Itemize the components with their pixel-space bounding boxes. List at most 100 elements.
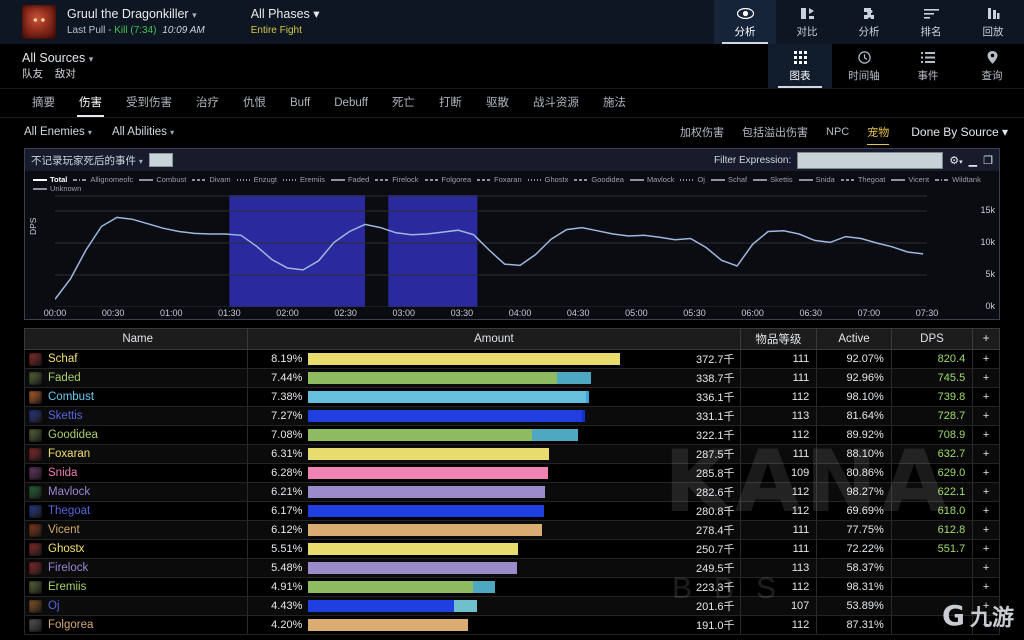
viewnav-item-chart[interactable]: 图表 (768, 44, 832, 88)
table-row[interactable]: Faded 7.44% 338.7千 111 92.96% 745.5 + (23, 368, 1000, 388)
col-header-ilvl[interactable]: 物品等级 (739, 328, 818, 350)
expand-row-button[interactable]: + (972, 520, 1000, 540)
minimize-icon[interactable]: ▁ (969, 154, 977, 167)
viewnav-item-query[interactable]: 查询 (960, 44, 1024, 88)
expand-row-button[interactable]: + (972, 349, 1000, 369)
legend-item[interactable]: Thegoat (840, 175, 885, 184)
topnav-item-compare[interactable]: 对比 (776, 0, 838, 44)
expand-row-button[interactable]: + (972, 463, 1000, 483)
tab-threat[interactable]: 仇恨 (231, 90, 278, 117)
expand-row-button[interactable]: + (972, 501, 1000, 521)
legend-item[interactable]: Combust (139, 175, 186, 184)
tab-interrupts[interactable]: 打断 (427, 90, 474, 117)
table-row[interactable]: Firelock 5.48% 249.5千 113 58.37% + (23, 558, 1000, 578)
death-events-dropdown[interactable]: 不记录玩家死后的事件 ▾ (31, 153, 143, 168)
filter-include-overkill[interactable]: 包括溢出伤害 (742, 124, 808, 140)
player-name[interactable]: Vicent (48, 524, 80, 536)
filter-npc[interactable]: NPC (826, 126, 849, 138)
legend-item[interactable]: Vicent (891, 175, 929, 184)
legend-item[interactable]: Eremiis (282, 175, 325, 184)
tab-summary[interactable]: 摘要 (20, 90, 67, 117)
topnav-item-analyze[interactable]: 分析 (714, 0, 776, 44)
player-name[interactable]: Skettis (48, 410, 83, 422)
tab-damage-taken[interactable]: 受到伤害 (114, 90, 184, 117)
topnav-item-ranking[interactable]: 排名 (900, 0, 962, 44)
filter-pets[interactable]: 宠物 (867, 124, 890, 145)
expand-row-button[interactable]: + (972, 425, 1000, 445)
boss-name[interactable]: Gruul the Dragonkiller ▾ (67, 7, 205, 23)
table-row[interactable]: Snida 6.28% 285.8千 109 80.86% 629.0 + (23, 463, 1000, 483)
legend-item[interactable]: Mavlock (629, 175, 674, 184)
table-row[interactable]: Vicent 6.12% 278.4千 111 77.75% 612.8 + (23, 520, 1000, 540)
sources-selector[interactable]: All Sources ▾ 队友 敌对 (22, 51, 93, 82)
expand-row-button[interactable]: + (972, 558, 1000, 578)
table-row[interactable]: Oj 4.43% 201.6千 107 53.89% + (23, 596, 1000, 616)
legend-item[interactable]: Schaf (710, 175, 747, 184)
boss-selector[interactable]: Gruul the Dragonkiller ▾ Last Pull - Kil… (67, 7, 205, 37)
tab-buffs[interactable]: Buff (278, 90, 322, 117)
abilities-filter-dropdown[interactable]: All Abilities ▾ (112, 126, 174, 138)
col-header-active[interactable]: Active (816, 328, 892, 350)
player-name[interactable]: Thegoat (48, 505, 90, 517)
col-header-amount[interactable]: Amount (247, 328, 741, 350)
sources-title[interactable]: All Sources ▾ (22, 51, 93, 67)
player-name[interactable]: Oj (48, 600, 60, 612)
legend-item[interactable]: Faded (330, 175, 369, 184)
player-name[interactable]: Firelock (48, 562, 88, 574)
col-header-plus[interactable]: + (972, 328, 1000, 350)
expand-row-button[interactable]: + (972, 577, 1000, 597)
col-header-name[interactable]: Name (23, 328, 249, 350)
tab-deaths[interactable]: 死亡 (380, 90, 427, 117)
legend-item[interactable]: Folgorea (424, 175, 471, 184)
expand-row-button[interactable]: + (972, 387, 1000, 407)
expand-row-button[interactable]: + (972, 368, 1000, 388)
player-name[interactable]: Mavlock (48, 486, 90, 498)
player-name[interactable]: Schaf (48, 353, 77, 365)
player-name[interactable]: Eremiis (48, 581, 86, 593)
legend-item[interactable]: Allignomeofc (73, 175, 133, 184)
legend-item[interactable]: Firelock (375, 175, 419, 184)
table-row[interactable]: Mavlock 6.21% 282.6千 112 98.27% 622.1 + (23, 482, 1000, 502)
topnav-item-analysis[interactable]: 分析 (838, 0, 900, 44)
gear-icon[interactable]: ⚙▾ (949, 154, 962, 167)
legend-item[interactable]: Skettis (753, 175, 793, 184)
table-row[interactable]: Skettis 7.27% 331.1千 113 81.64% 728.7 + (23, 406, 1000, 426)
table-row[interactable]: Goodidea 7.08% 322.1千 112 89.92% 708.9 + (23, 425, 1000, 445)
expand-row-button[interactable]: + (972, 615, 1000, 635)
legend-item[interactable]: Oj (680, 175, 705, 184)
expand-row-button[interactable]: + (972, 444, 1000, 464)
topnav-item-replay[interactable]: 回放 (962, 0, 1024, 44)
expand-row-button[interactable]: + (972, 596, 1000, 616)
maximize-icon[interactable]: ❐ (983, 154, 993, 167)
table-row[interactable]: Thegoat 6.17% 280.8千 112 69.69% 618.0 + (23, 501, 1000, 521)
phase-name[interactable]: All Phases ▾ (251, 7, 320, 23)
player-name[interactable]: Combust (48, 391, 94, 403)
expand-row-button[interactable]: + (972, 539, 1000, 559)
player-name[interactable]: Snida (48, 467, 77, 479)
tab-casts[interactable]: 施法 (591, 90, 638, 117)
legend-item[interactable]: Enzugt (236, 175, 277, 184)
enemies-filter-dropdown[interactable]: All Enemies ▾ (24, 126, 92, 138)
legend-item[interactable]: Unknown (33, 184, 81, 193)
table-row[interactable]: Schaf 8.19% 372.7千 111 92.07% 820.4 + (23, 349, 1000, 369)
legend-item[interactable]: Wildtank (935, 175, 981, 184)
filter-expression-input[interactable] (797, 151, 944, 169)
tab-debuffs[interactable]: Debuff (322, 90, 380, 117)
player-name[interactable]: Ghostx (48, 543, 84, 555)
player-name[interactable]: Folgorea (48, 619, 93, 631)
table-row[interactable]: Folgorea 4.20% 191.0千 112 87.31% + (23, 615, 1000, 635)
player-name[interactable]: Goodidea (48, 429, 98, 441)
table-row[interactable]: Combust 7.38% 336.1千 112 98.10% 739.8 + (23, 387, 1000, 407)
player-name[interactable]: Faded (48, 372, 81, 384)
table-row[interactable]: Ghostx 5.51% 250.7千 111 72.22% 551.7 + (23, 539, 1000, 559)
filter-weighted-damage[interactable]: 加权伤害 (680, 124, 724, 140)
player-name[interactable]: Foxaran (48, 448, 90, 460)
tab-dispels[interactable]: 驱散 (474, 90, 521, 117)
tab-damage[interactable]: 伤害 (67, 90, 114, 117)
expand-row-button[interactable]: + (972, 406, 1000, 426)
tab-healing[interactable]: 治疗 (184, 90, 231, 117)
legend-item[interactable]: Total (33, 175, 67, 184)
phase-selector[interactable]: All Phases ▾ Entire Fight (251, 7, 320, 37)
legend-item[interactable]: Ghostx (527, 175, 568, 184)
legend-item[interactable]: Foxaran (477, 175, 522, 184)
